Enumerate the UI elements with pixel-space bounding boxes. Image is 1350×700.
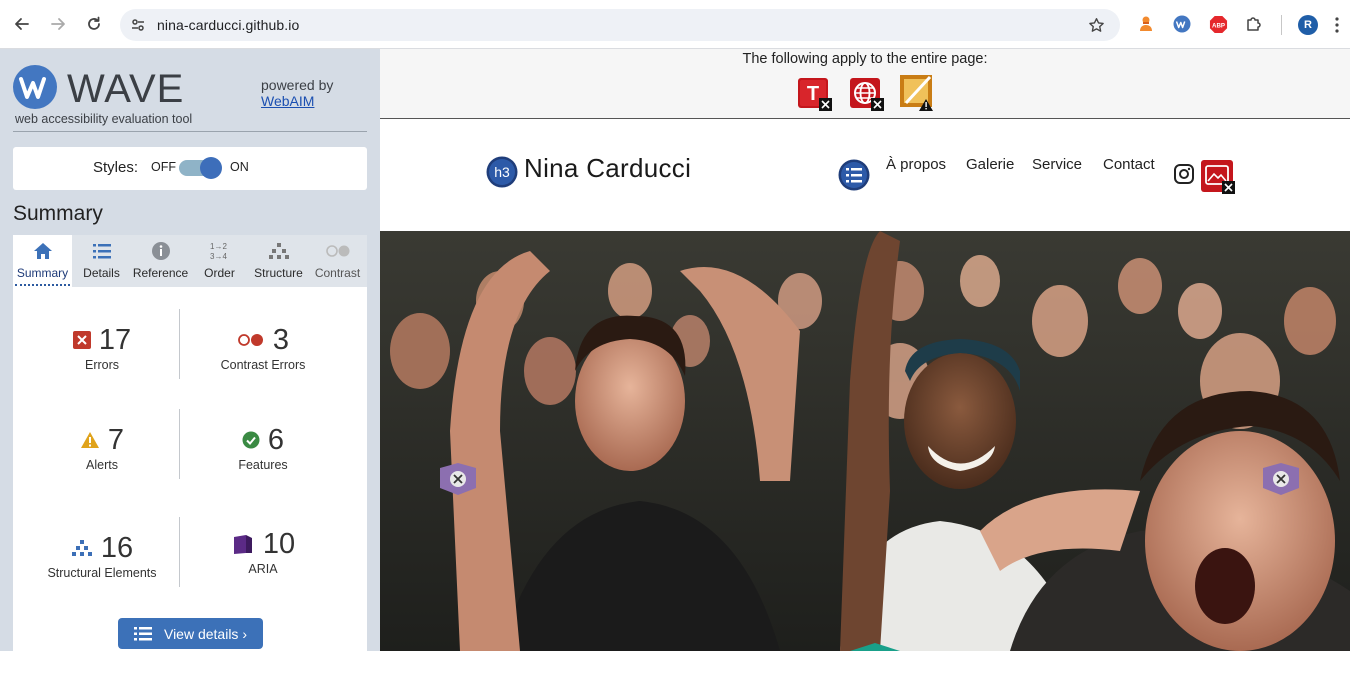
adblock-plus-icon[interactable]: ABP — [1208, 14, 1228, 34]
nav-link-service[interactable]: Service — [1032, 156, 1082, 173]
contrast-count: 3 — [272, 323, 290, 356]
site-settings-icon[interactable] — [128, 15, 148, 35]
error-icon — [72, 331, 91, 349]
alerts-stat[interactable]: 7 Alerts — [19, 423, 185, 472]
tab-structure[interactable]: Structure — [249, 235, 308, 287]
back-arrow-icon[interactable] — [8, 10, 36, 38]
structural-stat[interactable]: 16 Structural Elements — [19, 531, 185, 581]
tab-reference[interactable]: Reference — [131, 235, 190, 287]
browser-toolbar: nina-carducci.github.io ABP R — [0, 0, 1350, 49]
tab-label: Order — [204, 266, 235, 280]
list-icon — [133, 626, 152, 642]
missing-alt-text-error-icon[interactable] — [1200, 159, 1236, 200]
instagram-icon[interactable] — [1173, 163, 1195, 190]
aria-cube-icon — [233, 535, 252, 554]
profile-avatar[interactable]: R — [1298, 15, 1318, 35]
contrast-label: Contrast Errors — [220, 358, 306, 372]
tab-label: Structure — [254, 266, 303, 280]
person-extension-icon[interactable] — [1136, 14, 1156, 34]
svg-text:T: T — [807, 83, 819, 105]
structural-count: 16 — [100, 531, 134, 564]
no-heading-structure-alert-icon[interactable] — [898, 73, 938, 118]
webaim-link[interactable]: WebAIM — [261, 93, 314, 109]
info-icon — [131, 241, 190, 261]
hero-image — [380, 231, 1350, 651]
styles-label: Styles: — [93, 159, 139, 176]
wave-tagline: web accessibility evaluation tool — [15, 112, 193, 126]
url-text[interactable]: nina-carducci.github.io — [157, 17, 299, 33]
missing-language-error-icon[interactable] — [849, 76, 885, 117]
sidebar-divider — [13, 131, 367, 132]
contrast-error-icon — [238, 334, 263, 346]
unordered-list-badge[interactable] — [838, 159, 870, 196]
alert-icon — [80, 432, 99, 448]
styles-off-label: OFF — [151, 160, 176, 174]
svg-text:h3: h3 — [494, 164, 510, 180]
tab-label: Summary — [16, 266, 69, 280]
tab-details[interactable]: Details — [72, 235, 131, 287]
list-icon — [72, 241, 131, 261]
contrast-icon — [308, 241, 367, 261]
powered-by: powered by WebAIM — [261, 77, 333, 109]
notice-text: The following apply to the entire page: — [742, 51, 988, 67]
reload-icon[interactable] — [80, 10, 108, 38]
aria-stat[interactable]: 10 ARIA — [180, 527, 346, 576]
features-stat[interactable]: 6 Features — [180, 423, 346, 473]
tab-summary[interactable]: Summary — [13, 235, 72, 287]
home-icon — [13, 241, 72, 261]
contrast-errors-stat[interactable]: 3 Contrast Errors — [180, 323, 346, 373]
structure-tree-icon — [71, 540, 92, 556]
powered-by-text: powered by — [261, 77, 334, 93]
tab-contrast[interactable]: Contrast — [308, 235, 367, 287]
missing-title-error-icon[interactable]: T — [797, 76, 833, 117]
structural-label: Structural Elements — [47, 566, 157, 580]
svg-text:ABP: ABP — [1212, 22, 1225, 29]
svg-text:3→4: 3→4 — [210, 252, 227, 261]
features-label: Features — [238, 458, 288, 472]
nav-link-contact[interactable]: Contact — [1103, 156, 1155, 173]
feature-check-icon — [242, 431, 260, 449]
puzzle-extensions-icon[interactable] — [1244, 14, 1264, 34]
toolbar-separator — [1281, 15, 1282, 35]
styles-toggle[interactable] — [179, 157, 222, 179]
features-count: 6 — [267, 423, 285, 456]
errors-stat[interactable]: 17 Errors — [19, 323, 185, 372]
view-details-button[interactable]: View details › — [118, 618, 263, 649]
wave-extension-icon[interactable] — [1172, 14, 1192, 34]
wave-tabs: Summary Details Reference 1→2 3→4 Order S… — [13, 235, 367, 287]
alerts-count: 7 — [107, 423, 125, 456]
page-wide-notice: The following apply to the entire page: … — [380, 49, 1350, 118]
tab-order[interactable]: 1→2 3→4 Order — [190, 235, 249, 287]
wave-logo-text: WAVE — [67, 67, 185, 111]
forward-arrow-icon[interactable] — [44, 10, 72, 38]
summary-heading: Summary — [13, 202, 103, 225]
view-details-label: View details › — [163, 625, 247, 642]
tab-label: Contrast — [314, 266, 361, 280]
tab-label: Details — [83, 266, 120, 280]
bookmark-star-icon[interactable] — [1086, 15, 1106, 35]
toggle-knob[interactable] — [200, 157, 222, 179]
site-title: Nina Carducci — [524, 153, 692, 183]
address-bar[interactable]: nina-carducci.github.io — [120, 9, 1120, 41]
errors-count: 17 — [98, 323, 132, 356]
nav-link-galerie[interactable]: Galerie — [966, 156, 1014, 173]
structure-icon — [249, 241, 308, 261]
wave-sidebar: WAVE web accessibility evaluation tool p… — [0, 49, 380, 700]
wave-logo-icon — [13, 65, 57, 109]
aria-label: ARIA — [248, 562, 278, 576]
concert-crowd-photo — [380, 231, 1350, 651]
site-header: h3 Nina Carducci À propos Galerie Servic… — [380, 119, 1350, 231]
order-icon: 1→2 3→4 — [190, 241, 249, 261]
summary-panel: 17 Errors 3 Contrast Errors 7 Alerts 6 F… — [13, 287, 367, 700]
svg-text:1→2: 1→2 — [210, 242, 227, 251]
alerts-label: Alerts — [86, 458, 118, 472]
aria-count: 10 — [262, 527, 296, 560]
more-menu-icon[interactable] — [1330, 14, 1344, 36]
errors-label: Errors — [84, 358, 120, 372]
styles-toggle-box: Styles: OFF ON — [13, 147, 367, 190]
nav-link-a-propos[interactable]: À propos — [886, 156, 946, 173]
styles-on-label: ON — [230, 160, 249, 174]
heading-h3-badge[interactable]: h3 — [486, 156, 518, 193]
tab-label: Reference — [132, 266, 189, 280]
